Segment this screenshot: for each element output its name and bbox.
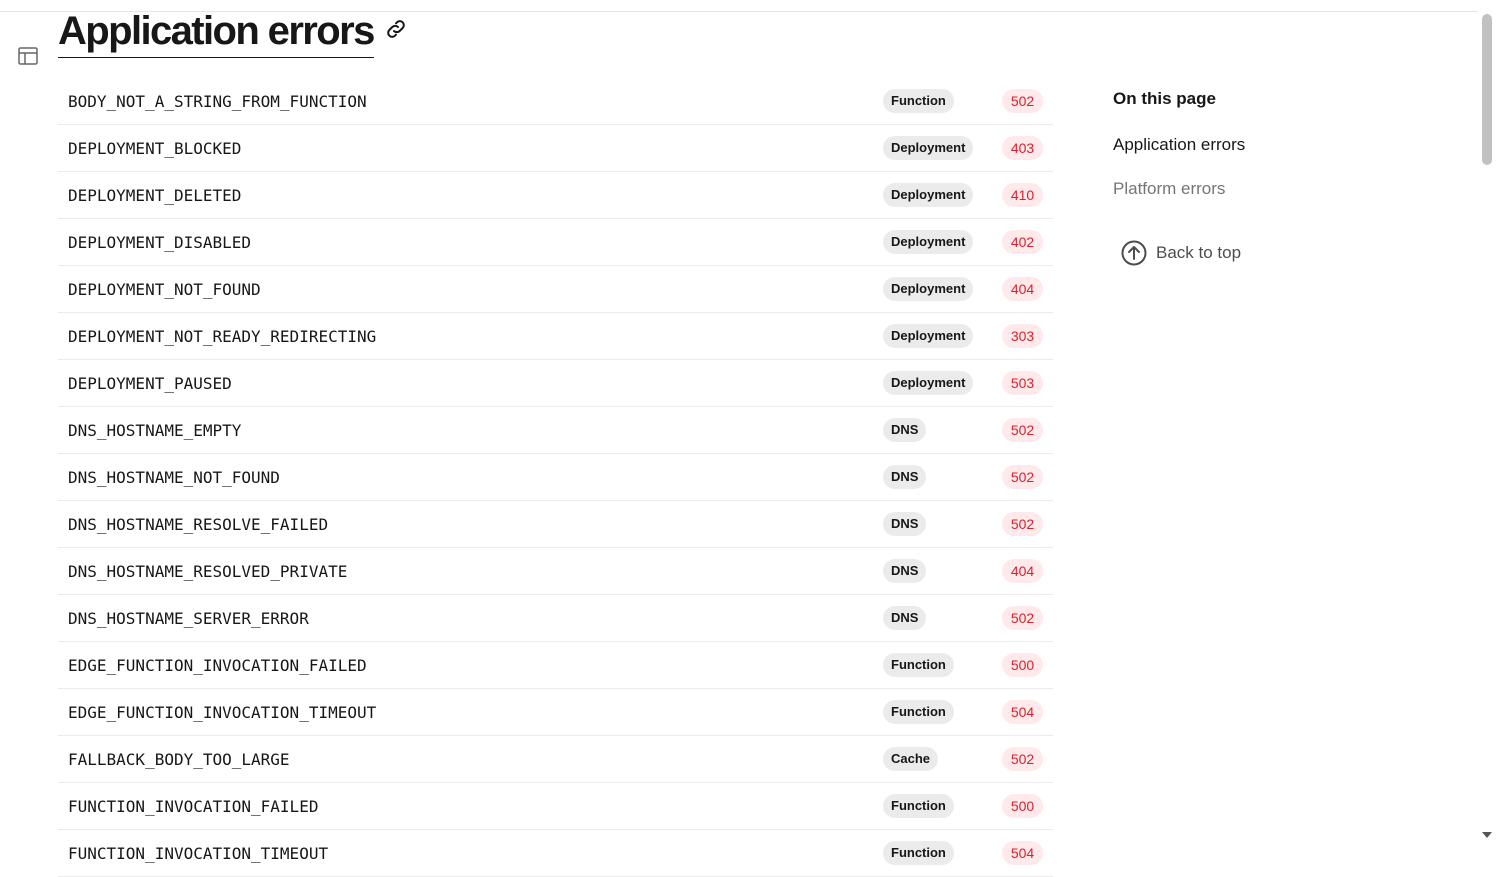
toc-item-application-errors[interactable]: Application errors	[1113, 134, 1413, 156]
error-code: DEPLOYMENT_DELETED	[68, 185, 242, 205]
category-badge: DNS	[883, 512, 927, 536]
status-code-badge: 403	[1002, 136, 1043, 160]
table-row: DEPLOYMENT_NOT_READY_REDIRECTING Deployme…	[58, 313, 1053, 360]
status-code-badge: 404	[1002, 559, 1043, 583]
status-code-badge: 500	[1002, 794, 1043, 818]
category-badge: DNS	[883, 559, 927, 583]
error-code: DNS_HOSTNAME_SERVER_ERROR	[68, 608, 309, 628]
status-code-badge: 402	[1002, 230, 1043, 254]
table-row: DNS_HOSTNAME_EMPTY DNS 502	[58, 407, 1053, 454]
error-code: DNS_HOSTNAME_RESOLVE_FAILED	[68, 514, 329, 534]
category-badge: Function	[883, 841, 954, 865]
toc-item-platform-errors[interactable]: Platform errors	[1113, 178, 1413, 200]
errors-table: BODY_NOT_A_STRING_FROM_FUNCTION Function 5…	[58, 78, 1053, 877]
table-row: DEPLOYMENT_BLOCKED Deployment 403	[58, 125, 1053, 172]
table-row: DEPLOYMENT_DISABLED Deployment 402	[58, 219, 1053, 266]
error-code: DEPLOYMENT_BLOCKED	[68, 138, 242, 158]
status-code-badge: 502	[1002, 512, 1043, 536]
toc-heading: On this page	[1113, 89, 1216, 108]
error-code: DEPLOYMENT_NOT_READY_REDIRECTING	[68, 326, 377, 346]
table-row: BODY_NOT_A_STRING_FROM_FUNCTION Function 5…	[58, 78, 1053, 125]
error-code: DNS_HOSTNAME_EMPTY	[68, 420, 242, 440]
status-code-badge: 502	[1002, 418, 1043, 442]
table-row: FUNCTION_INVOCATION_FAILED Function 500	[58, 783, 1053, 830]
status-code-badge: 303	[1002, 324, 1043, 348]
category-badge: Function	[883, 653, 954, 677]
table-row: EDGE_FUNCTION_INVOCATION_TIMEOUT Function…	[58, 689, 1053, 736]
status-code-badge: 504	[1002, 700, 1043, 724]
page-title-wrap: Application errors	[58, 6, 408, 58]
status-code-badge: 502	[1002, 89, 1043, 113]
category-badge: DNS	[883, 465, 927, 489]
category-badge: Deployment	[883, 230, 974, 254]
category-badge: Function	[883, 89, 954, 113]
status-code-badge: 502	[1002, 747, 1043, 771]
category-badge: Deployment	[883, 277, 974, 301]
back-to-top-label: Back to top	[1156, 243, 1242, 262]
link-icon[interactable]	[384, 17, 408, 41]
error-code: FUNCTION_INVOCATION_TIMEOUT	[68, 843, 329, 863]
table-row: FUNCTION_INVOCATION_TIMEOUT Function 504	[58, 830, 1053, 877]
status-code-badge: 502	[1002, 606, 1043, 630]
table-row: FALLBACK_BODY_TOO_LARGE Cache 502	[58, 736, 1053, 783]
status-code-badge: 404	[1002, 277, 1043, 301]
table-row: EDGE_FUNCTION_INVOCATION_FAILED Function 5…	[58, 642, 1053, 689]
category-badge: Cache	[883, 747, 939, 771]
table-row: DNS_HOSTNAME_RESOLVE_FAILED DNS 502	[58, 501, 1053, 548]
scrollbar-thumb[interactable]	[1482, 14, 1492, 165]
category-badge: DNS	[883, 418, 927, 442]
category-badge: Deployment	[883, 183, 974, 207]
error-code: EDGE_FUNCTION_INVOCATION_TIMEOUT	[68, 702, 377, 722]
table-row: DEPLOYMENT_PAUSED Deployment 503	[58, 360, 1053, 407]
back-to-top-button[interactable]: Back to top	[1121, 240, 1241, 266]
category-badge: Deployment	[883, 324, 974, 348]
category-badge: Deployment	[883, 371, 974, 395]
status-code-badge: 410	[1002, 183, 1043, 207]
arrow-up-circle-icon	[1121, 240, 1147, 266]
error-code: DNS_HOSTNAME_NOT_FOUND	[68, 467, 280, 487]
error-code: FALLBACK_BODY_TOO_LARGE	[68, 749, 290, 769]
category-badge: Function	[883, 700, 954, 724]
error-code: FUNCTION_INVOCATION_FAILED	[68, 796, 319, 816]
page-title: Application errors	[58, 6, 375, 58]
status-code-badge: 504	[1002, 841, 1043, 865]
table-row: DNS_HOSTNAME_NOT_FOUND DNS 502	[58, 454, 1053, 501]
category-badge: Deployment	[883, 136, 974, 160]
status-code-badge: 502	[1002, 465, 1043, 489]
error-code: DNS_HOSTNAME_RESOLVED_PRIVATE	[68, 561, 348, 581]
error-code: DEPLOYMENT_PAUSED	[68, 373, 232, 393]
error-code: DEPLOYMENT_DISABLED	[68, 232, 252, 252]
category-badge: Function	[883, 794, 954, 818]
error-code: DEPLOYMENT_NOT_FOUND	[68, 279, 261, 299]
table-row: DNS_HOSTNAME_RESOLVED_PRIVATE DNS 404	[58, 548, 1053, 595]
status-code-badge: 503	[1002, 371, 1043, 395]
error-code: EDGE_FUNCTION_INVOCATION_FAILED	[68, 655, 367, 675]
table-row: DNS_HOSTNAME_SERVER_ERROR DNS 502	[58, 595, 1053, 642]
table-row: DEPLOYMENT_NOT_FOUND Deployment 404	[58, 266, 1053, 313]
sidebar-toggle-icon[interactable]	[17, 45, 39, 67]
table-row: DEPLOYMENT_DELETED Deployment 410	[58, 172, 1053, 219]
error-code: BODY_NOT_A_STRING_FROM_FUNCTION	[68, 91, 367, 111]
scroll-down-arrow-icon[interactable]	[1482, 832, 1492, 838]
vertical-scrollbar[interactable]	[1478, 0, 1496, 842]
table-of-contents: On this page Application errors Platform…	[1113, 88, 1413, 266]
category-badge: DNS	[883, 606, 927, 630]
status-code-badge: 500	[1002, 653, 1043, 677]
